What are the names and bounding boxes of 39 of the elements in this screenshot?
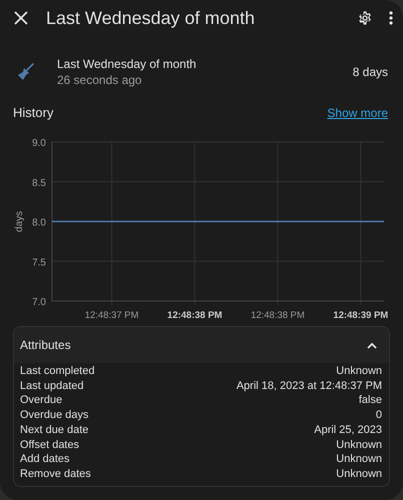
panel-title: Attributes xyxy=(20,338,71,352)
attribute-label: Remove dates xyxy=(20,466,91,482)
y-tick-label: 8.0 xyxy=(32,218,46,228)
show-more-link[interactable]: Show more xyxy=(327,106,388,120)
y-tick-label: 7.0 xyxy=(32,297,46,308)
attribute-value: 0 xyxy=(376,408,382,423)
attribute-label: Overdue days xyxy=(20,408,88,423)
y-tick-label: 7.5 xyxy=(32,257,46,268)
x-tick-label: 12:48:38 PM xyxy=(250,310,305,321)
attribute-value: Unknown xyxy=(336,466,382,482)
close-icon xyxy=(14,11,28,25)
attribute-label: Next due date xyxy=(20,422,88,438)
x-tick-label: 12:48:38 PM xyxy=(167,310,222,321)
last-changed-time: 26 seconds ago xyxy=(57,73,143,87)
y-tick-label: 9.0 xyxy=(32,138,46,149)
dialog-title: Last Wednesday of month xyxy=(46,8,256,28)
axis-title: days xyxy=(14,210,25,232)
attribute-value: Unknown xyxy=(336,452,382,467)
attribute-label: Overdue xyxy=(20,393,62,408)
broom-icon xyxy=(17,63,35,81)
attribute-label: Last updated xyxy=(20,378,84,394)
attribute-label: Offset dates xyxy=(20,438,80,452)
attribute-value: April 25, 2023 xyxy=(314,422,382,438)
attribute-label: Last completed xyxy=(20,364,95,379)
entity-name: Last Wednesday of month xyxy=(57,57,198,71)
attribute-value: Unknown xyxy=(336,364,382,379)
settings-icon xyxy=(357,10,373,26)
entity-state: 8 days xyxy=(352,65,388,79)
chevron-icon xyxy=(367,342,377,348)
x-tick-label: 12:48:39 PM xyxy=(333,310,388,321)
attribute-value: Unknown xyxy=(336,438,382,452)
attribute-value: April 18, 2023 at 12:48:37 PM xyxy=(236,378,382,394)
y-tick-label: 8.5 xyxy=(32,178,46,189)
attributes-header[interactable]: Attributes xyxy=(14,327,389,363)
attribute-label: Add dates xyxy=(20,452,70,467)
x-tick-label: 12:48:37 PM xyxy=(84,310,139,321)
section-title: History xyxy=(13,105,54,120)
more-icon xyxy=(389,11,393,25)
attribute-value: false xyxy=(358,393,382,408)
